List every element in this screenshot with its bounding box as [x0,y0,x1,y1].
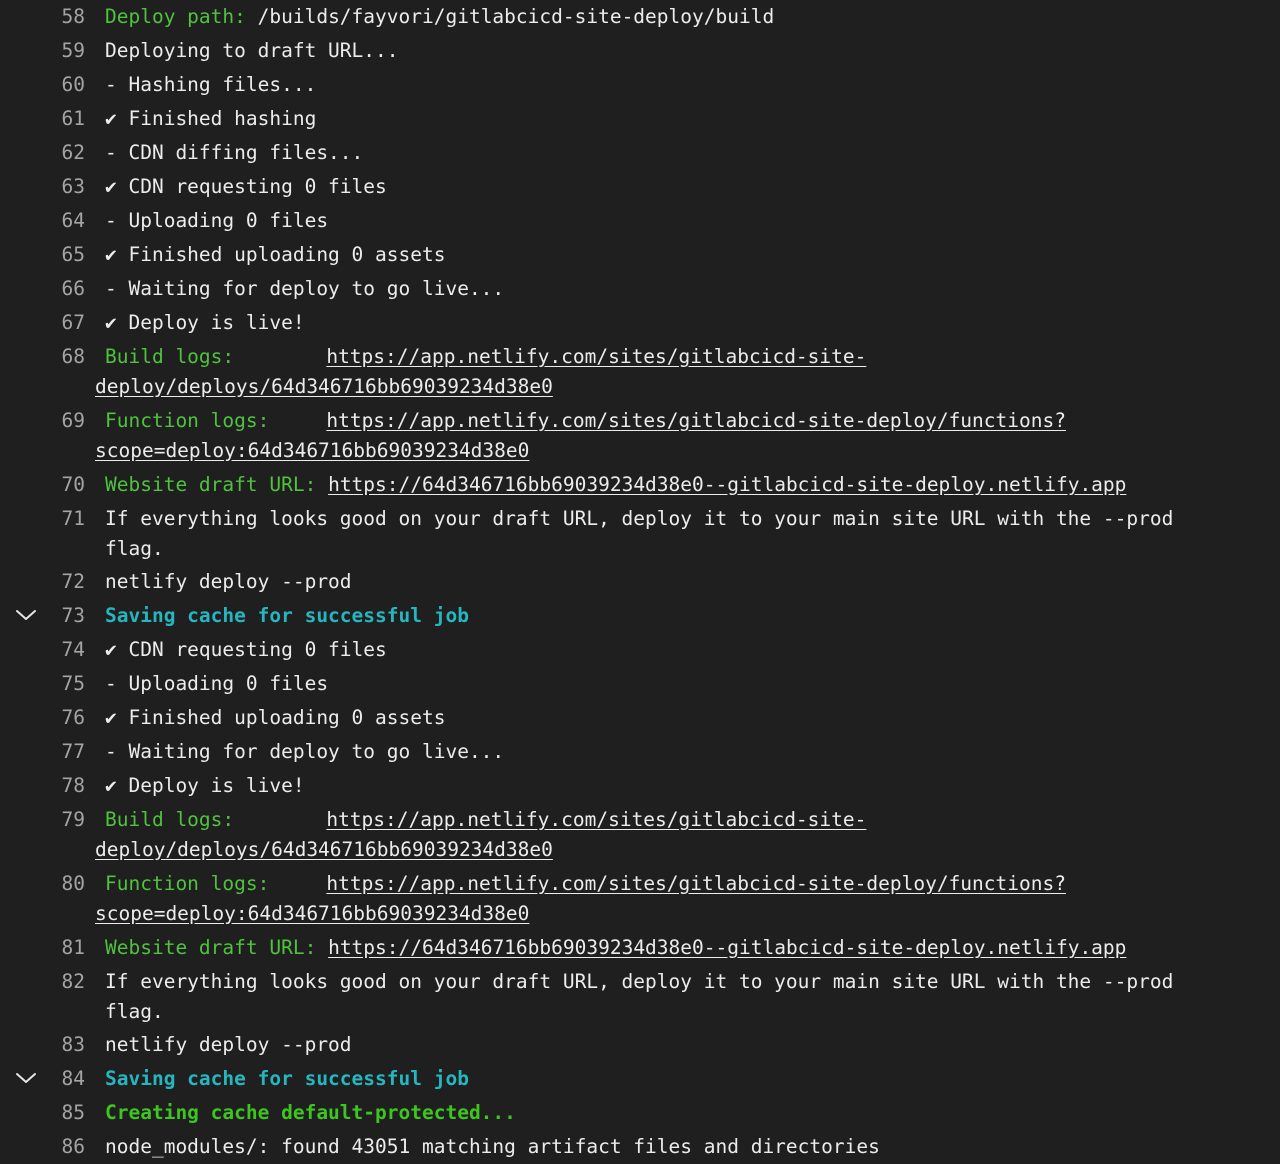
chevron-down-icon[interactable] [14,605,38,625]
log-line: 72 netlify deploy --prod [0,565,1280,599]
log-text: /builds/fayvori/gitlabcicd-site-deploy/b… [245,5,775,28]
log-label: Deploy path: [105,5,246,28]
log-text: ✔ Deploy is live! [105,774,305,797]
log-line: 76 ✔ Finished uploading 0 assets [0,701,1280,735]
line-number[interactable]: 74 [40,635,85,665]
section-title: Saving cache for successful job [105,604,469,627]
log-line: 68 Build logs: https://app.netlify.com/si… [0,340,1280,404]
log-text: - Hashing files... [105,73,317,96]
log-text: Deploying to draft URL... [105,39,399,62]
log-label: Function logs: [105,409,270,432]
log-line: 69 Function logs: https://app.netlify.com… [0,404,1280,468]
log-line: 70 Website draft URL: https://64d346716bb… [0,468,1280,502]
chevron-down-icon[interactable] [14,1068,38,1088]
log-line: 79 Build logs: https://app.netlify.com/si… [0,803,1280,867]
line-number[interactable]: 75 [40,669,85,699]
log-text: If everything looks good on your draft U… [105,970,1186,1023]
log-line: 74 ✔ CDN requesting 0 files [0,633,1280,667]
log-line: 81 Website draft URL: https://64d346716bb… [0,931,1280,965]
line-number[interactable]: 81 [40,933,85,963]
line-number[interactable]: 66 [40,274,85,304]
line-number[interactable]: 63 [40,172,85,202]
line-number[interactable]: 82 [40,967,85,997]
log-text: ✔ CDN requesting 0 files [105,175,387,198]
line-number[interactable]: 77 [40,737,85,767]
log-text: - Waiting for deploy to go live... [105,740,505,763]
line-number[interactable]: 72 [40,567,85,597]
log-text: ✔ Finished uploading 0 assets [105,706,446,729]
log-line: 64 - Uploading 0 files [0,204,1280,238]
line-number[interactable]: 67 [40,308,85,338]
line-number[interactable]: 71 [40,504,85,534]
log-label: Function logs: [105,872,270,895]
log-line: 62 - CDN diffing files... [0,136,1280,170]
log-line: 60 - Hashing files... [0,68,1280,102]
line-number[interactable]: 68 [40,342,85,372]
line-number[interactable]: 70 [40,470,85,500]
line-number[interactable]: 80 [40,869,85,899]
line-number[interactable]: 84 [40,1064,85,1094]
log-text: ✔ CDN requesting 0 files [105,638,387,661]
log-line: 59 Deploying to draft URL... [0,34,1280,68]
log-text: - Uploading 0 files [105,672,329,695]
line-number[interactable]: 69 [40,406,85,436]
line-number[interactable]: 85 [40,1098,85,1128]
log-text: node_modules/: found 43051 matching arti… [105,1135,880,1158]
log-url-link[interactable]: https://64d346716bb69039234d38e0--gitlab… [328,936,1126,959]
line-number[interactable]: 58 [40,2,85,32]
line-number[interactable]: 86 [40,1132,85,1162]
log-line: 77 - Waiting for deploy to go live... [0,735,1280,769]
line-number[interactable]: 78 [40,771,85,801]
line-number[interactable]: 59 [40,36,85,66]
log-text: - CDN diffing files... [105,141,364,164]
log-label: Build logs: [105,808,235,831]
log-text: netlify deploy --prod [105,570,352,593]
log-label: Build logs: [105,345,235,368]
line-number[interactable]: 79 [40,805,85,835]
log-line: 86 node_modules/: found 43051 matching ar… [0,1130,1280,1164]
log-text: ✔ Finished hashing [105,107,317,130]
log-line: 80 Function logs: https://app.netlify.com… [0,867,1280,931]
log-line: 75 - Uploading 0 files [0,667,1280,701]
log-line: 58 Deploy path: /builds/fayvori/gitlabcic… [0,0,1280,34]
line-number[interactable]: 60 [40,70,85,100]
line-number[interactable]: 62 [40,138,85,168]
line-number[interactable]: 83 [40,1030,85,1060]
log-text: ✔ Deploy is live! [105,311,305,334]
log-text: - Waiting for deploy to go live... [105,277,505,300]
log-line: 61 ✔ Finished hashing [0,102,1280,136]
log-line: 82 If everything looks good on your draft… [0,965,1280,1028]
log-text: If everything looks good on your draft U… [105,507,1186,560]
line-number[interactable]: 76 [40,703,85,733]
line-number[interactable]: 64 [40,206,85,236]
log-line: 78 ✔ Deploy is live! [0,769,1280,803]
log-line: 67 ✔ Deploy is live! [0,306,1280,340]
log-section-header[interactable]: 84 Saving cache for successful job [0,1062,1280,1096]
job-log: 58 Deploy path: /builds/fayvori/gitlabcic… [0,0,1280,1164]
line-number[interactable]: 65 [40,240,85,270]
section-title: Saving cache for successful job [105,1067,469,1090]
log-line: 65 ✔ Finished uploading 0 assets [0,238,1280,272]
log-text: ✔ Finished uploading 0 assets [105,243,446,266]
log-text: - Uploading 0 files [105,209,329,232]
line-number[interactable]: 73 [40,601,85,631]
log-url-link[interactable]: https://64d346716bb69039234d38e0--gitlab… [328,473,1126,496]
log-line: 85 Creating cache default-protected... [0,1096,1280,1130]
log-line: 66 - Waiting for deploy to go live... [0,272,1280,306]
log-line: 83 netlify deploy --prod [0,1028,1280,1062]
log-label: Website draft URL: [105,473,317,496]
log-line: 71 If everything looks good on your draft… [0,502,1280,565]
log-text: Creating cache default-protected... [105,1101,516,1124]
log-text: netlify deploy --prod [105,1033,352,1056]
line-number[interactable]: 61 [40,104,85,134]
log-section-header[interactable]: 73 Saving cache for successful job [0,599,1280,633]
log-label: Website draft URL: [105,936,317,959]
log-line: 63 ✔ CDN requesting 0 files [0,170,1280,204]
